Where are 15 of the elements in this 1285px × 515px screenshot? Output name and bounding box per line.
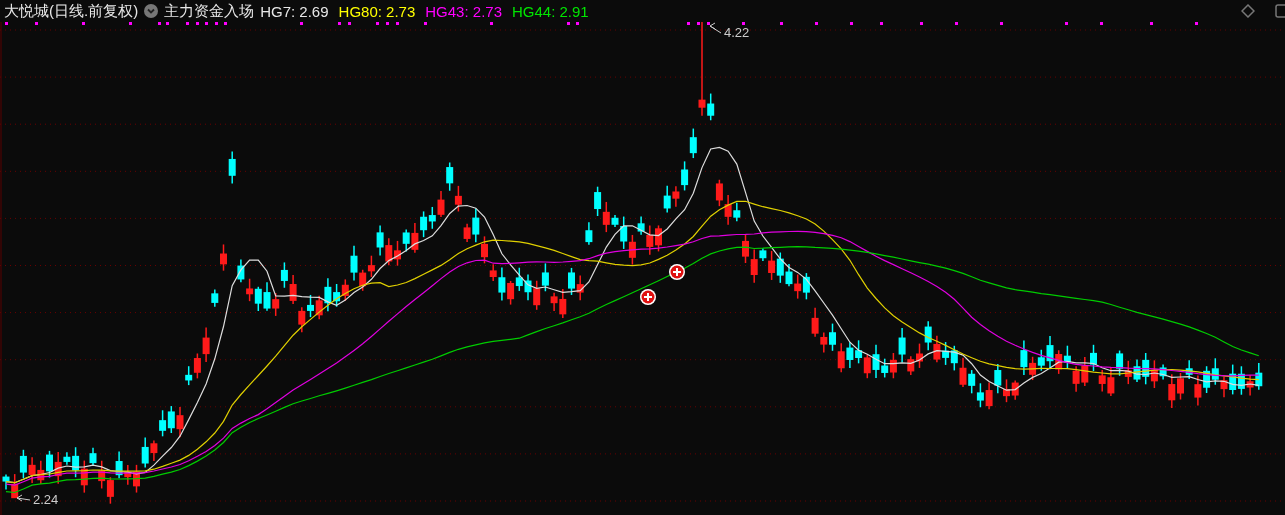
indicator-value: HG7: 2.69 bbox=[260, 2, 329, 20]
chart-title: 大悦城(日线.前复权) bbox=[4, 1, 139, 21]
indicator-value: HG80: 2.73 bbox=[338, 2, 416, 20]
plus-marker-icon bbox=[669, 264, 685, 280]
chevron-down-icon[interactable] bbox=[144, 4, 159, 18]
plus-marker-icon bbox=[640, 289, 656, 305]
panel-icon[interactable] bbox=[1275, 4, 1285, 18]
high-price-label: 4.22 bbox=[724, 25, 750, 40]
diamond-icon[interactable] bbox=[1241, 4, 1255, 18]
low-price-label: 2.24 bbox=[33, 492, 59, 507]
indicator-value: HG44: 2.91 bbox=[512, 2, 589, 20]
arrow-icon bbox=[709, 22, 722, 34]
arrow-icon bbox=[16, 494, 31, 502]
indicator-value: HG43: 2.73 bbox=[425, 2, 502, 20]
indicator-name: 主力资金入场 bbox=[164, 1, 255, 21]
